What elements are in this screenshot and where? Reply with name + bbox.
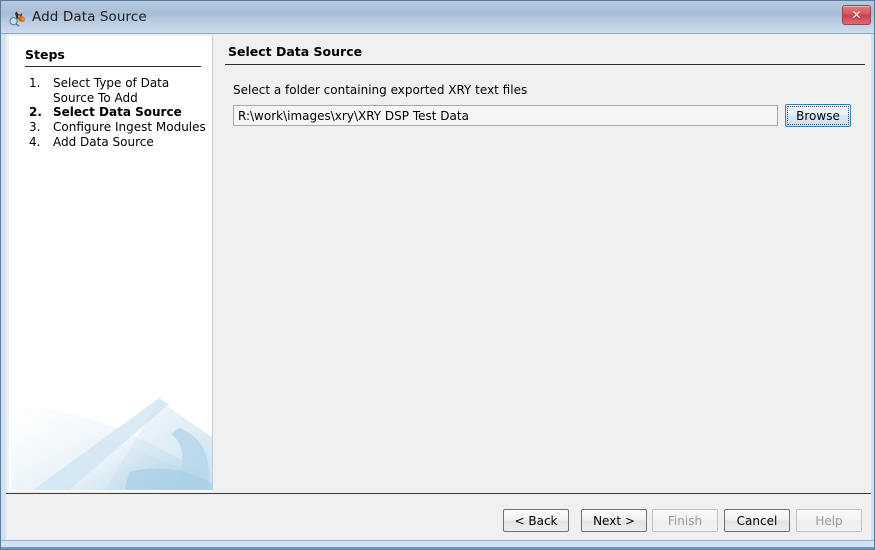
finish-button: Finish <box>652 509 718 532</box>
folder-path-input[interactable] <box>233 105 778 126</box>
step-number: 1. <box>29 76 41 90</box>
close-icon: ✕ <box>851 8 862 22</box>
step-number: 2. <box>29 105 42 119</box>
window-title: Add Data Source <box>32 9 147 25</box>
steps-heading: Steps <box>25 47 65 62</box>
wizard-button-bar: < Back Next > Finish Cancel Help <box>6 494 871 541</box>
add-data-source-window: Add Data Source ✕ Steps 1. Select Type o… <box>0 0 875 550</box>
next-button[interactable]: Next > <box>581 509 647 532</box>
main-panel: Select Data Source Select a folder conta… <box>214 36 869 491</box>
step-label: Select Data Source <box>53 105 182 119</box>
step-number: 4. <box>29 135 41 149</box>
browse-button-label: Browse <box>796 108 840 123</box>
help-button: Help <box>796 509 862 532</box>
wizard-watermark-graphic <box>9 386 212 491</box>
step-label: Configure Ingest Modules <box>53 120 206 134</box>
step-item-3: 3. Configure Ingest Modules <box>25 120 207 135</box>
window-bottom-edge <box>1 540 874 549</box>
window-titlebar: Add Data Source ✕ <box>1 1 874 34</box>
steps-heading-rule <box>25 66 201 67</box>
cancel-button[interactable]: Cancel <box>724 509 790 532</box>
step-label: Add Data Source <box>53 135 154 149</box>
step-item-1: 1. Select Type of Data Source To Add <box>25 76 207 105</box>
wizard-content: Steps 1. Select Type of Data Source To A… <box>6 34 871 493</box>
page-title: Select Data Source <box>228 44 363 59</box>
steps-panel: Steps 1. Select Type of Data Source To A… <box>9 36 213 491</box>
step-number: 3. <box>29 120 41 134</box>
browse-button[interactable]: Browse <box>785 104 851 127</box>
page-title-rule <box>225 64 865 65</box>
steps-list: 1. Select Type of Data Source To Add 2. … <box>25 76 207 150</box>
autopsy-dog-icon <box>9 10 27 27</box>
step-item-2: 2. Select Data Source <box>25 105 207 120</box>
step-label: Select Type of Data Source To Add <box>53 76 170 105</box>
step-item-4: 4. Add Data Source <box>25 135 207 150</box>
folder-field-label: Select a folder containing exported XRY … <box>233 83 528 97</box>
back-button[interactable]: < Back <box>503 509 569 532</box>
close-button[interactable]: ✕ <box>842 5 871 25</box>
